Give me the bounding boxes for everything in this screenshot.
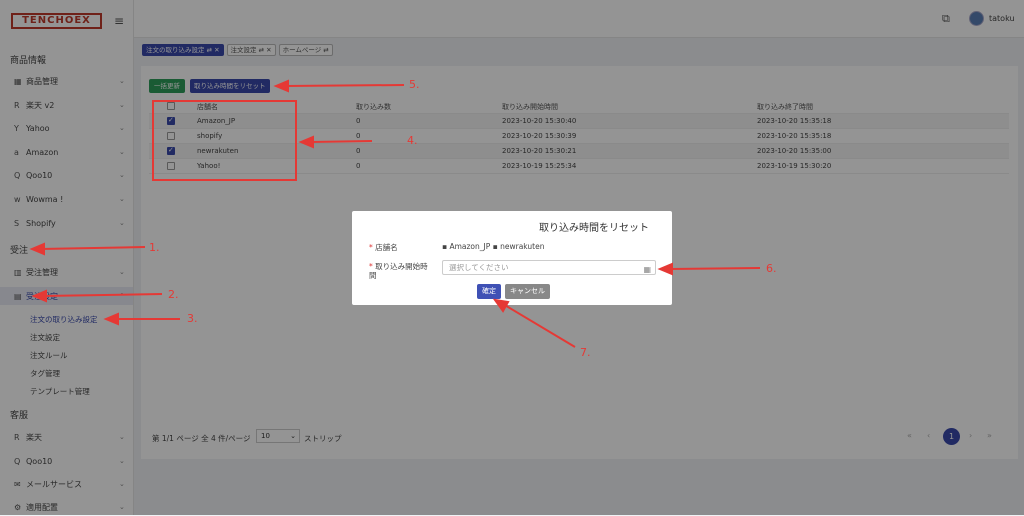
annotation-1: 1.	[149, 241, 160, 254]
annotation-arrows	[29, 79, 761, 348]
annotation-5: 5.	[409, 78, 420, 91]
annotation-7: 7.	[580, 346, 591, 359]
annotation-2: 2.	[168, 288, 179, 301]
annotation-4: 4.	[407, 134, 418, 147]
annotation-6: 6.	[766, 262, 777, 275]
annotation-3: 3.	[187, 312, 198, 325]
